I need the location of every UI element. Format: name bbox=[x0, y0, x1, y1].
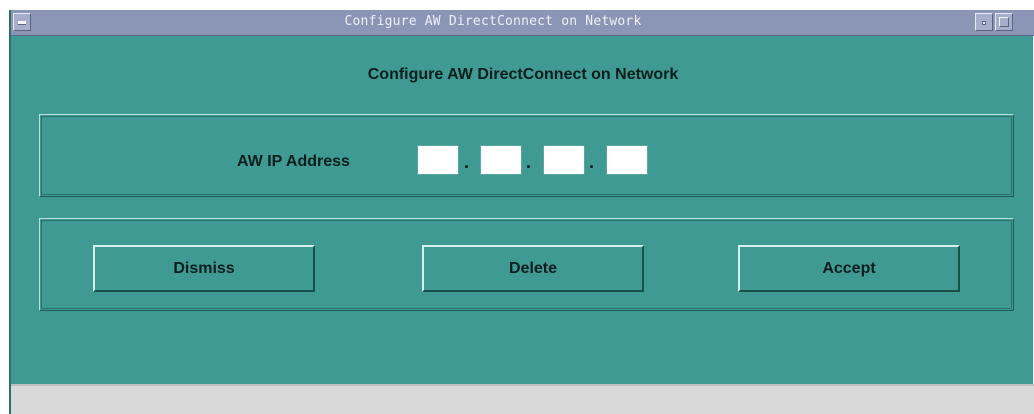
ip-octet-2-input[interactable] bbox=[480, 145, 522, 175]
ip-address-label: AW IP Address bbox=[237, 153, 350, 170]
minimize-icon[interactable] bbox=[975, 13, 993, 31]
ip-octet-1-input[interactable] bbox=[417, 145, 459, 175]
accept-button[interactable]: Accept bbox=[738, 245, 960, 292]
ip-separator: . bbox=[464, 152, 470, 172]
ip-octet-4-input[interactable] bbox=[606, 145, 648, 175]
status-bar bbox=[11, 384, 1034, 414]
ip-separator: . bbox=[589, 152, 595, 172]
window-title: Configure AW DirectConnect on Network bbox=[344, 14, 642, 29]
ip-separator: . bbox=[526, 152, 532, 172]
title-bar[interactable]: Configure AW DirectConnect on Network bbox=[11, 10, 1034, 36]
ip-address-frame: AW IP Address . . . bbox=[39, 114, 1014, 197]
delete-button[interactable]: Delete bbox=[422, 245, 644, 292]
dismiss-button[interactable]: Dismiss bbox=[93, 245, 315, 292]
button-frame: Dismiss Delete Accept bbox=[39, 218, 1014, 311]
dialog-heading: Configure AW DirectConnect on Network bbox=[367, 66, 679, 83]
configure-dialog-window: Configure AW DirectConnect on Network Co… bbox=[9, 10, 1034, 414]
maximize-icon[interactable] bbox=[995, 13, 1013, 31]
ip-octet-3-input[interactable] bbox=[543, 145, 585, 175]
